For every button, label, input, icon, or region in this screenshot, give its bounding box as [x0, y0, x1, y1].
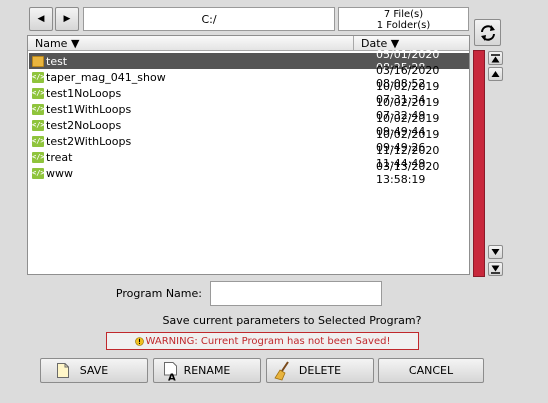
scroll-up-button[interactable]	[488, 67, 503, 81]
chevron-left-icon: ◀	[37, 14, 45, 24]
code-file-icon: </>	[32, 103, 45, 115]
forward-button[interactable]: ▶	[55, 7, 79, 31]
double-down-icon	[491, 265, 500, 274]
folder-icon	[32, 55, 44, 67]
file-name: test1NoLoops	[46, 86, 122, 100]
program-name-label: Program Name:	[115, 287, 202, 300]
item-counts: 7 File(s) 1 Folder(s)	[338, 7, 469, 31]
column-header-name[interactable]: Name ▼	[28, 36, 354, 51]
rename-button[interactable]: A RENAME	[153, 358, 261, 383]
file-name: taper_mag_041_show	[46, 70, 166, 84]
delete-button[interactable]: DELETE	[266, 358, 374, 383]
code-file-icon: </>	[32, 71, 45, 83]
path-text: C:/	[201, 12, 217, 26]
code-file-icon: </>	[32, 151, 45, 163]
chevron-right-icon: ▶	[63, 14, 71, 24]
down-arrow-icon	[491, 249, 500, 255]
save-prompt: Save current parameters to Selected Prog…	[162, 314, 422, 327]
file-name: treat	[46, 150, 73, 164]
file-name: test	[46, 54, 68, 68]
code-file-icon: </>	[32, 87, 45, 99]
code-file-icon: </>	[32, 119, 45, 131]
warning-text: WARNING: Current Program has not been Sa…	[145, 335, 391, 347]
file-count: 7 File(s)	[383, 9, 424, 20]
save-label: SAVE	[79, 364, 109, 377]
double-up-icon	[491, 53, 500, 62]
refresh-button[interactable]	[474, 19, 501, 46]
save-button[interactable]: SAVE	[40, 358, 148, 383]
file-list: Name ▼ Date ▼ test 05/01/2020 08:25:28 <…	[27, 35, 470, 275]
delete-label: DELETE	[298, 364, 342, 377]
up-arrow-icon	[491, 71, 500, 77]
scroll-down-button[interactable]	[488, 245, 503, 259]
current-path: C:/	[83, 7, 335, 31]
column-name-label: Name ▼	[35, 36, 80, 50]
rename-label: RENAME	[183, 364, 231, 377]
warning-banner: WARNING: Current Program has not been Sa…	[106, 332, 419, 350]
refresh-icon	[480, 24, 495, 41]
cancel-button[interactable]: CANCEL	[378, 358, 484, 383]
folder-count: 1 Folder(s)	[376, 20, 431, 31]
file-name: www	[46, 166, 73, 180]
file-name: test1WithLoops	[46, 102, 132, 116]
file-date: 03/13/2020 13:58:19	[376, 160, 440, 186]
warning-icon	[134, 336, 144, 346]
code-file-icon: </>	[32, 135, 45, 147]
scroll-accent-bar	[473, 50, 485, 277]
list-item[interactable]: </> www 03/13/2020 13:58:19	[29, 160, 469, 186]
file-name: test2NoLoops	[46, 118, 122, 132]
code-file-icon: </>	[32, 167, 45, 179]
file-name: test2WithLoops	[46, 134, 132, 148]
scroll-bottom-button[interactable]	[488, 262, 503, 276]
program-name-input[interactable]	[210, 281, 382, 306]
scroll-top-button[interactable]	[488, 51, 503, 65]
back-button[interactable]: ◀	[29, 7, 53, 31]
cancel-label: CANCEL	[408, 364, 454, 377]
